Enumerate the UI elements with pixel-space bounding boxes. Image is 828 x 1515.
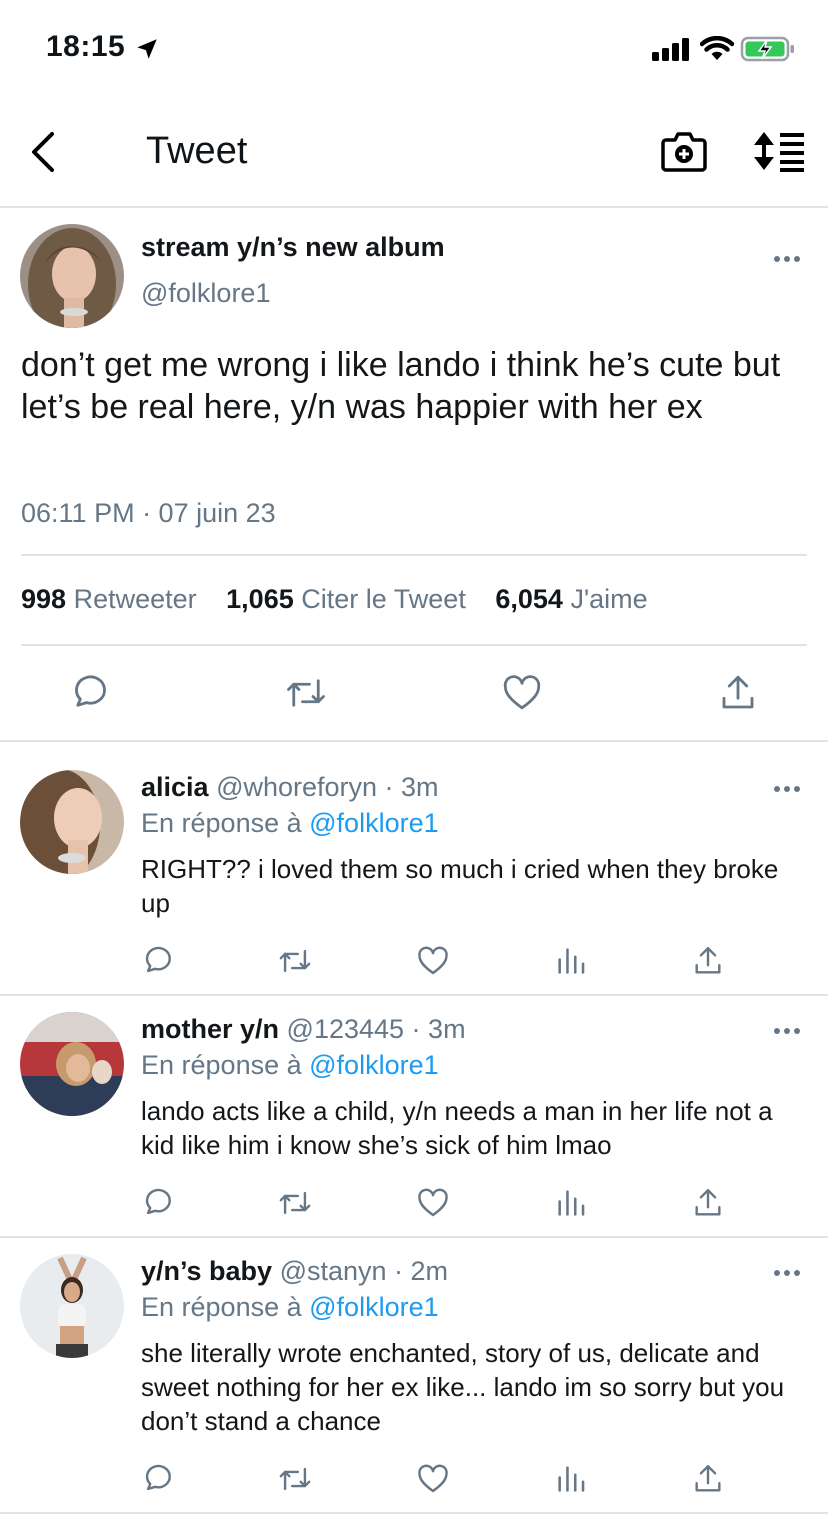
author-handle[interactable]: @folklore1: [141, 278, 270, 309]
reply-tweet[interactable]: alicia @whoreforyn · 3m En réponse à @fo…: [0, 742, 828, 996]
reply-tweet[interactable]: y/n’s baby @stanyn · 2m En réponse à @fo…: [0, 1238, 828, 1514]
retweet-icon[interactable]: [278, 1462, 312, 1496]
reply-mention-link[interactable]: @folklore1: [309, 1292, 438, 1322]
quotes-label: Citer le Tweet: [301, 584, 466, 614]
avatar[interactable]: [20, 1012, 124, 1116]
analytics-icon[interactable]: [554, 1462, 588, 1496]
reply-header: mother y/n @123445 · 3m: [141, 1014, 466, 1045]
author-name[interactable]: alicia: [141, 772, 209, 802]
avatar[interactable]: [20, 770, 124, 874]
retweets-stat[interactable]: 998 Retweeter: [21, 584, 197, 614]
reply-mention-link[interactable]: @folklore1: [309, 808, 438, 838]
author-name[interactable]: stream y/n’s new album: [141, 232, 445, 263]
like-icon[interactable]: [416, 1462, 450, 1496]
retweet-icon[interactable]: [278, 1186, 312, 1220]
reply-to-line: En réponse à @folklore1: [141, 1050, 439, 1081]
tweet-text: don’t get me wrong i like lando i think …: [21, 346, 781, 426]
reply-header: alicia @whoreforyn · 3m: [141, 772, 439, 803]
status-bar: 18:15: [0, 0, 828, 100]
likes-label: J'aime: [570, 584, 648, 614]
nav-bar: Tweet: [0, 100, 828, 208]
reply-header: y/n’s baby @stanyn · 2m: [141, 1256, 448, 1287]
divider: [21, 554, 807, 556]
share-icon[interactable]: [691, 944, 725, 978]
reply-prefix: En réponse à: [141, 1292, 302, 1322]
battery-charging-icon: [740, 36, 794, 62]
more-options-icon[interactable]: [773, 254, 801, 264]
like-icon[interactable]: [501, 672, 543, 714]
author-meta: @whoreforyn · 3m: [216, 772, 439, 802]
reply-to-line: En réponse à @folklore1: [141, 808, 439, 839]
share-icon[interactable]: [691, 1462, 725, 1496]
retweets-count: 998: [21, 584, 67, 614]
retweet-icon[interactable]: [278, 944, 312, 978]
reply-icon[interactable]: [141, 1462, 175, 1496]
location-arrow-icon: [137, 39, 157, 59]
reply-prefix: En réponse à: [141, 808, 302, 838]
divider: [21, 644, 807, 646]
avatar[interactable]: [20, 224, 124, 328]
author-meta: @stanyn · 2m: [279, 1256, 449, 1286]
more-options-icon[interactable]: [773, 1026, 801, 1036]
share-icon[interactable]: [691, 1186, 725, 1220]
quotes-stat[interactable]: 1,065 Citer le Tweet: [226, 584, 466, 614]
likes-count: 6,054: [495, 584, 563, 614]
back-chevron-icon[interactable]: [26, 130, 62, 174]
reply-icon[interactable]: [141, 944, 175, 978]
reply-to-line: En réponse à @folklore1: [141, 1292, 439, 1323]
reply-mention-link[interactable]: @folklore1: [309, 1050, 438, 1080]
quotes-count: 1,065: [226, 584, 294, 614]
camera-icon[interactable]: [660, 128, 708, 174]
author-name[interactable]: y/n’s baby: [141, 1256, 272, 1286]
like-icon[interactable]: [416, 1186, 450, 1220]
more-options-icon[interactable]: [773, 1268, 801, 1278]
sort-icon[interactable]: [752, 130, 806, 172]
retweet-icon[interactable]: [285, 672, 327, 714]
reply-text: she literally wrote enchanted, story of …: [141, 1338, 785, 1436]
main-tweet: stream y/n’s new album @folklore1 don’t …: [0, 210, 828, 742]
signal-bars-icon: [652, 38, 689, 61]
retweets-label: Retweeter: [73, 584, 197, 614]
status-time: 18:15: [46, 30, 126, 63]
author-name[interactable]: mother y/n: [141, 1014, 279, 1044]
reply-icon[interactable]: [141, 1186, 175, 1220]
tweet-timestamp: 06:11 PM · 07 juin 23: [21, 498, 276, 528]
wifi-icon: [700, 36, 734, 60]
analytics-icon[interactable]: [554, 944, 588, 978]
reply-text: RIGHT?? i loved them so much i cried whe…: [141, 854, 779, 918]
analytics-icon[interactable]: [554, 1186, 588, 1220]
likes-stat[interactable]: 6,054 J'aime: [495, 584, 647, 614]
reply-prefix: En réponse à: [141, 1050, 302, 1080]
reply-tweet[interactable]: mother y/n @123445 · 3m En réponse à @fo…: [0, 996, 828, 1238]
more-options-icon[interactable]: [773, 784, 801, 794]
like-icon[interactable]: [416, 944, 450, 978]
avatar[interactable]: [20, 1254, 124, 1358]
author-meta: @123445 · 3m: [286, 1014, 466, 1044]
reply-text: lando acts like a child, y/n needs a man…: [141, 1096, 773, 1160]
share-icon[interactable]: [717, 672, 759, 714]
reply-icon[interactable]: [69, 672, 111, 714]
page-title: Tweet: [146, 130, 248, 172]
tweet-stats: 998 Retweeter 1,065 Citer le Tweet 6,054…: [21, 584, 670, 615]
